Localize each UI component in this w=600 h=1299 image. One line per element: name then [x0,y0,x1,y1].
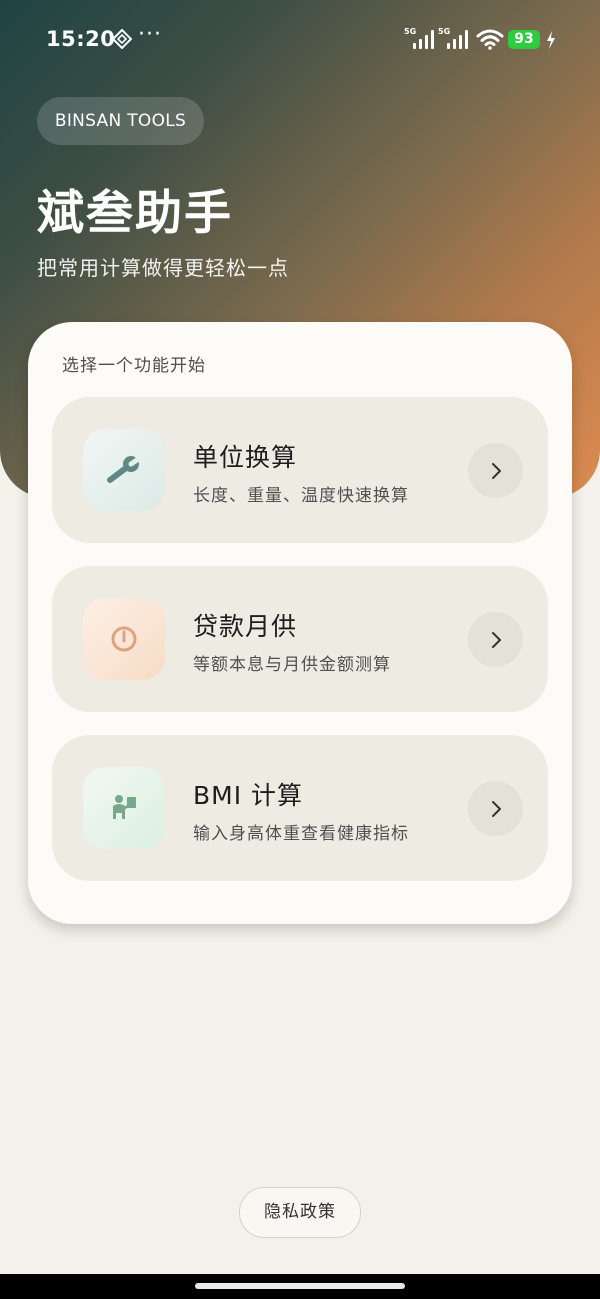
feature-card: 选择一个功能开始 单位换算 长度、重量、温度快速换算 贷款月供 等额本息与月供金… [28,322,572,924]
more-dots-icon: ··· [138,22,162,47]
page-title: 斌叁助手 [37,186,233,241]
feature-title: BMI 计算 [193,781,304,810]
open-unit-conversion-button[interactable] [468,443,523,498]
charging-bolt-icon [547,31,555,49]
wifi-icon [476,29,504,50]
open-bmi-button[interactable] [468,781,523,836]
chevron-right-icon [492,632,501,648]
wrench-icon-tile [83,429,165,511]
brand-badge: BINSAN TOOLS [37,97,204,145]
feature-description: 等额本息与月供金额测算 [193,655,391,675]
sim2-label: 5G [438,27,451,36]
status-time: 15:20 [46,27,116,51]
privacy-policy-button[interactable]: 隐私政策 [239,1187,361,1238]
signal-icon: 5G [438,27,472,49]
section-label: 选择一个功能开始 [62,356,206,376]
feature-description: 输入身高体重查看健康指标 [193,824,409,844]
signal-icon: 5G [404,27,438,49]
open-loan-payment-button[interactable] [468,612,523,667]
power-icon [111,626,137,652]
sim1-label: 5G [404,27,417,36]
feature-title: 单位换算 [193,443,298,472]
feature-title: 贷款月供 [193,612,298,641]
location-diamond-icon [112,29,132,49]
person-measure-icon [113,795,136,819]
feature-description: 长度、重量、温度快速换算 [193,486,409,506]
chevron-right-icon [492,801,501,817]
wrench-icon [107,455,143,483]
chevron-right-icon [492,463,501,479]
home-indicator[interactable] [195,1283,405,1289]
feature-bmi[interactable]: BMI 计算 输入身高体重查看健康指标 [52,735,548,881]
person-measure-icon-tile [83,767,165,849]
battery-indicator: 93 [508,30,540,49]
feature-loan-payment[interactable]: 贷款月供 等额本息与月供金额测算 [52,566,548,712]
power-icon-tile [83,598,165,680]
status-bar: 15:20 ··· 5G 5G 93 [0,0,600,80]
page-subtitle: 把常用计算做得更轻松一点 [37,256,289,280]
feature-unit-conversion[interactable]: 单位换算 长度、重量、温度快速换算 [52,397,548,543]
